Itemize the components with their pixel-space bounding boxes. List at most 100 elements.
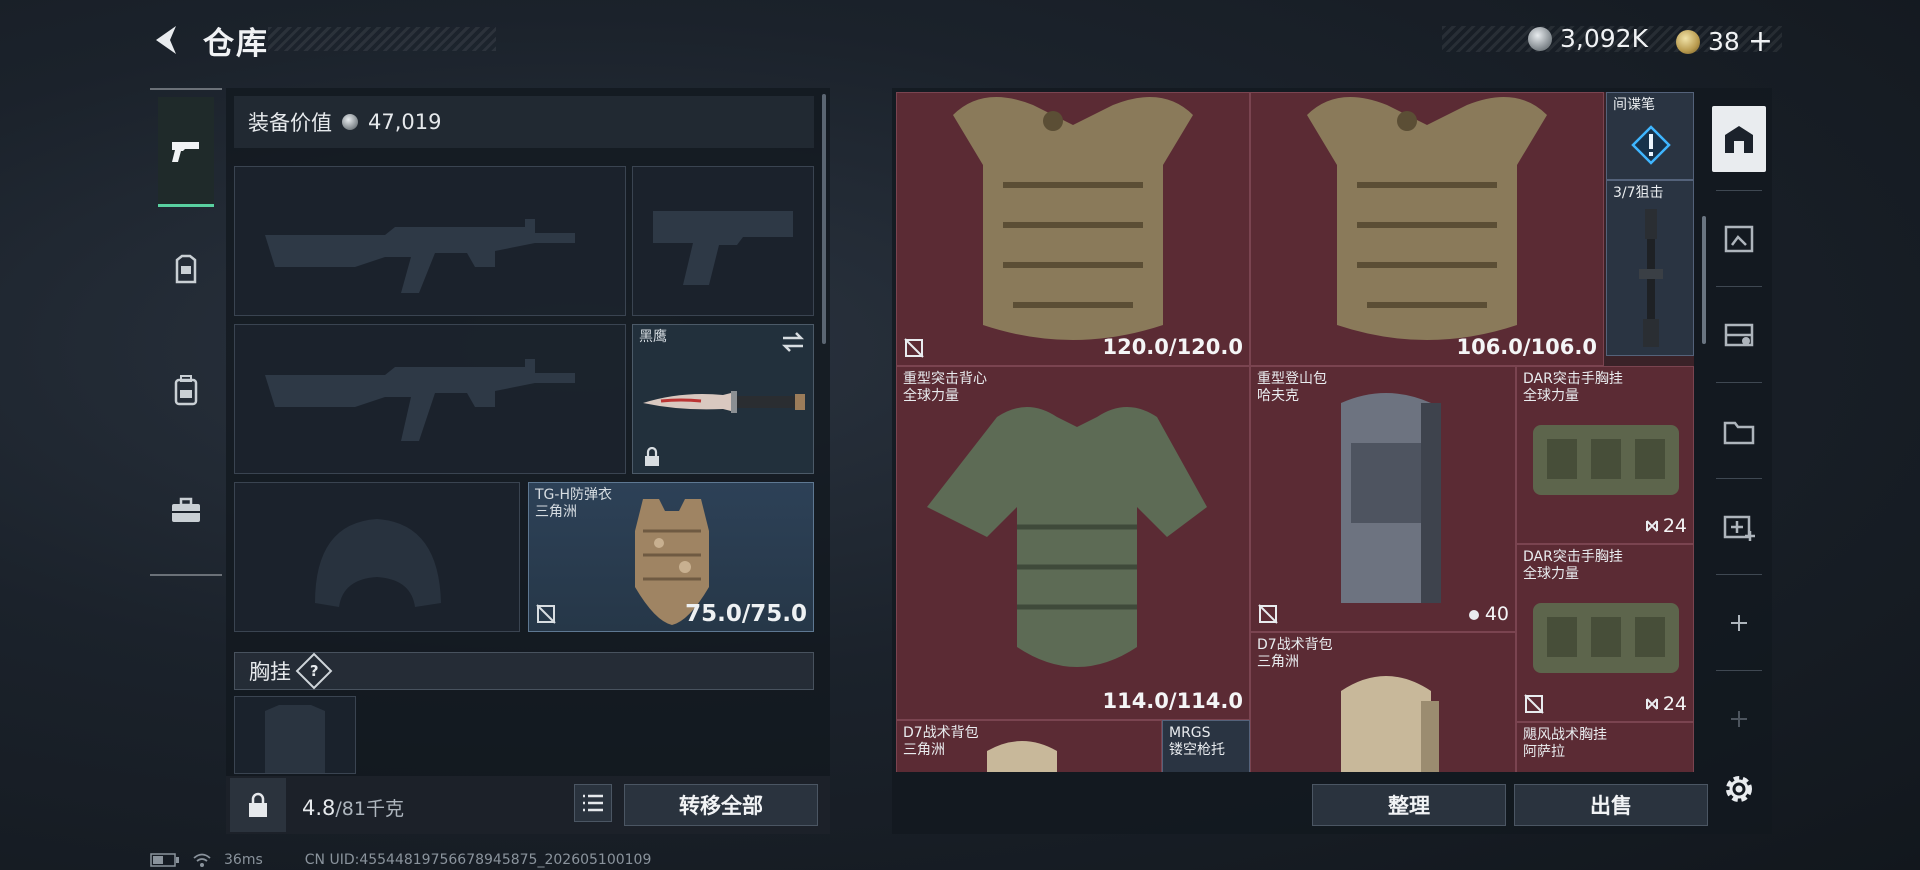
rifle-silhouette-icon [265,359,575,441]
armor-durability: 75.0/75.0 [685,601,807,627]
weight-current: 4.8 [302,796,336,820]
side-tab-2[interactable] [1712,302,1766,368]
briefcase-icon [172,497,200,522]
equipment-value-label: 装备价值 [248,111,332,135]
item-name: MRGS [1169,725,1211,741]
user-uid: CN UID:455448197566789458​75_20260510010… [304,852,652,868]
sidearm-slot[interactable] [632,166,814,316]
item-name: 3/7狙击 [1613,185,1664,201]
stash-item-armor-b[interactable]: 106.0/106.0 [1250,92,1604,366]
backpack-image [1341,676,1439,772]
melee-slot[interactable]: 黑鹰 [632,324,814,474]
tab-weapons[interactable] [158,97,214,207]
item-brand: 三角洲 [1257,654,1299,670]
stash-home-icon [1725,126,1753,153]
stash-item-dar-rig-1[interactable]: DAR突击手胸挂 全球力量 24 [1516,366,1694,544]
lock-icon [645,447,659,466]
equipment-value: 47,019 [368,110,442,134]
loadout-scrollbar[interactable] [822,94,826,344]
secondary-weapon-slot[interactable] [234,324,626,474]
stash-side-rail [1712,96,1766,836]
armor-brand: 三角洲 [535,504,577,520]
stash-item-scope[interactable]: 3/7狙击 [1606,180,1694,356]
tab-backpack[interactable] [158,335,214,445]
stash-item-gale-rig[interactable]: 飓风战术胸挂 阿萨拉 [1516,722,1694,772]
item-brand: 哈夫克 [1257,388,1299,404]
item-name: D7战术背包 [1257,637,1333,653]
heavy-vest-image [927,407,1207,667]
no-repair-icon [904,338,924,358]
settings-button[interactable] [1712,756,1766,822]
slots-icon [1645,698,1658,710]
add-page-button-disabled[interactable] [1712,686,1766,752]
item-brand: 三角洲 [903,742,945,758]
item-capacity: 40 [1467,603,1509,625]
gold-currency: 38 + [1676,24,1773,59]
ping: 36ms [224,852,263,868]
battery-icon [150,853,179,867]
weight-max: /81千克 [335,798,404,820]
lock-button[interactable] [230,778,286,832]
tab-case[interactable] [158,455,214,565]
sort-button[interactable]: 整理 [1312,784,1506,826]
add-icon [1731,711,1747,727]
silver-coin-icon [342,114,358,130]
side-tab-1[interactable] [1712,206,1766,272]
stash-item-dar-rig-2[interactable]: DAR突击手胸挂 全球力量 24 [1516,544,1694,722]
add-page-button[interactable] [1712,590,1766,656]
list-view-button[interactable] [574,784,612,822]
armor-name: TG-H防弹衣 [535,487,612,503]
pistol-silhouette-icon [653,211,793,285]
stash-scrollbar[interactable] [1702,216,1706,344]
stash-item-heavy-vest[interactable]: 重型突击背心 全球力量 114.0/114.0 [896,366,1250,720]
swap-icon[interactable] [781,331,805,353]
chest-rig-section-header: 胸挂 ? [234,652,814,690]
transfer-all-button[interactable]: 转移全部 [624,784,818,826]
knife-image [643,391,805,413]
backpack-image [1341,393,1441,603]
add-icon [1731,615,1747,631]
item-capacity: 24 [1645,515,1687,537]
side-tab-3[interactable] [1712,398,1766,464]
item-brand: 全球力量 [1523,566,1579,582]
list-icon [583,794,603,812]
rig-icon [175,254,197,284]
helmet-slot[interactable] [234,482,520,632]
gold-amount: 38 [1708,27,1740,56]
back-arrow-icon[interactable] [150,22,186,58]
primary-weapon-slot[interactable] [234,166,626,316]
status-bar: 36ms CN UID:455448197566789458​75_202605… [150,852,651,868]
backpack-image [987,741,1057,772]
item-name: 飓风战术胸挂 [1523,727,1607,743]
item-durability: 120.0/120.0 [1102,335,1243,359]
tab-chest-rig[interactable] [158,215,214,325]
chest-rig-slot[interactable] [234,696,356,774]
side-tab-4[interactable] [1712,494,1766,560]
scope-image [1639,209,1663,347]
melee-name: 黑鹰 [639,329,667,345]
stash-home-button[interactable] [1712,106,1766,172]
stash-item-heavy-pack[interactable]: 重型登山包 哈夫克 40 [1250,366,1516,632]
help-icon[interactable]: ? [295,652,333,690]
chest-rig-label: 胸挂 [249,660,291,684]
stash-item-d7-pack-2[interactable]: D7战术背包 三角洲 [1250,632,1516,772]
stash-item-mrgs[interactable]: MRGS 镂空枪托 [1162,720,1250,772]
stash-item-d7-pack-1[interactable]: D7战术背包 三角洲 [896,720,1162,772]
item-name: 重型登山包 [1257,371,1327,387]
stash-item-spy-pen[interactable]: 间谍笔 [1606,92,1694,180]
gear-icon [1726,776,1752,802]
stash-item-armor-a[interactable]: 120.0/120.0 [896,92,1250,366]
silver-currency: 3,092K [1528,24,1648,53]
folder-icon [1723,421,1755,445]
item-durability: 114.0/114.0 [1102,689,1243,713]
item-durability: 106.0/106.0 [1456,335,1597,359]
armor-slot[interactable]: TG-H防弹衣 三角洲 75.0/75.0 [528,482,814,632]
silver-amount: 3,092K [1560,24,1648,53]
item-brand: 全球力量 [1523,388,1579,404]
no-repair-icon [1524,694,1544,714]
item-name: DAR突击手胸挂 [1523,371,1623,387]
sell-button[interactable]: 出售 [1514,784,1708,826]
page-title: 仓库 [203,26,269,62]
map-icon [1724,323,1754,347]
add-currency-button[interactable]: + [1748,24,1773,59]
